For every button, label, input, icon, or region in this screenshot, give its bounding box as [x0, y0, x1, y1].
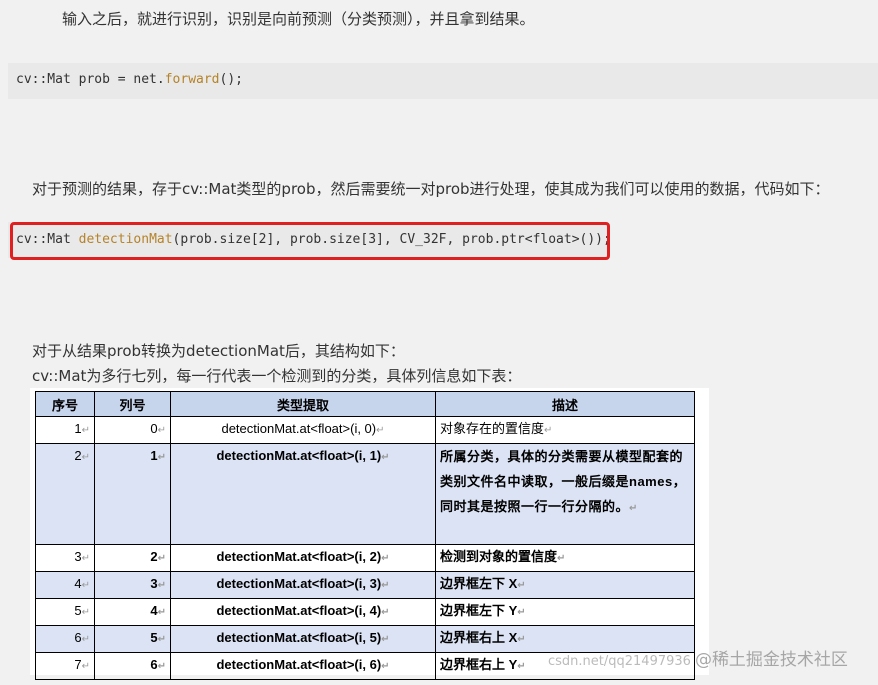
- table-cell: detectionMat.at<float>(i, 0)↵: [170, 416, 436, 444]
- table-cell: 2↵: [35, 443, 95, 545]
- watermark: csdn.net/qq21497936 @稀土掘金技术社区: [548, 645, 848, 670]
- header-cell: 描述: [435, 391, 695, 417]
- table-cell: detectionMat.at<float>(i, 5)↵: [170, 625, 436, 653]
- table-cell: detectionMat.at<float>(i, 2)↵: [170, 544, 436, 572]
- table-row: 5↵ 4↵ detectionMat.at<float>(i, 4)↵ 边界框左…: [35, 598, 695, 626]
- table-cell: detectionMat.at<float>(i, 4)↵: [170, 598, 436, 626]
- table-cell: 5↵: [35, 598, 95, 626]
- table-cell: 3↵: [94, 571, 171, 599]
- code-block-forward: cv::Mat prob = net.forward();: [8, 63, 878, 99]
- column-info-table-container: 序号 列号 类型提取 描述 1↵ 0↵ detectionMat.at<floa…: [30, 388, 709, 680]
- table-cell: 1↵: [94, 443, 171, 545]
- table-cell: 4↵: [94, 598, 171, 626]
- table-header-row: 序号 列号 类型提取 描述: [35, 391, 695, 417]
- intro-paragraph: 输入之后，就进行识别，识别是向前预测（分类预测），并且拿到结果。: [62, 10, 535, 28]
- table-cell: detectionMat.at<float>(i, 6)↵: [170, 652, 436, 680]
- watermark-url: csdn.net/qq21497936: [548, 654, 691, 669]
- table-cell: 6↵: [35, 625, 95, 653]
- header-cell: 列号: [94, 391, 171, 417]
- table-cell: 所属分类，具体的分类需要从模型配套的类别文件名中读取，一般后缀是names，同时…: [435, 443, 695, 545]
- code-text: ();: [219, 72, 243, 87]
- header-cell: 序号: [35, 391, 95, 417]
- table-row: 1↵ 0↵ detectionMat.at<float>(i, 0)↵ 对象存在…: [35, 416, 695, 444]
- table-cell: 2↵: [94, 544, 171, 572]
- table-cell: 0↵: [94, 416, 171, 444]
- watermark-text: @稀土掘金技术社区: [694, 650, 848, 670]
- table-cell: 边界框左下 Y↵: [435, 598, 695, 626]
- table-row: 4↵ 3↵ detectionMat.at<float>(i, 3)↵ 边界框左…: [35, 571, 695, 599]
- table-cell: 7↵: [35, 652, 95, 680]
- header-cell: 类型提取: [170, 391, 436, 417]
- table-cell: 3↵: [35, 544, 95, 572]
- columns-paragraph: cv::Mat为多行七列，每一行代表一个检测到的分类，具体列信息如下表：: [32, 367, 522, 385]
- table-row: 2↵ 1↵ detectionMat.at<float>(i, 1)↵ 所属分类…: [35, 443, 695, 545]
- table-cell: detectionMat.at<float>(i, 1)↵: [170, 443, 436, 545]
- table-cell: 6↵: [94, 652, 171, 680]
- table-cell: 检测到对象的置信度↵: [435, 544, 695, 572]
- table-cell: 5↵: [94, 625, 171, 653]
- table-cell: 边界框左下 X↵: [435, 571, 695, 599]
- table-row: 3↵ 2↵ detectionMat.at<float>(i, 2)↵ 检测到对…: [35, 544, 695, 572]
- table-cell: 1↵: [35, 416, 95, 444]
- structure-paragraph: 对于从结果prob转换为detectionMat后，其结构如下：: [32, 342, 405, 360]
- table-cell: detectionMat.at<float>(i, 3)↵: [170, 571, 436, 599]
- highlight-box: [10, 222, 610, 260]
- code-function-name: forward: [164, 72, 220, 87]
- table-cell: 对象存在的置信度↵: [435, 416, 695, 444]
- table-cell: 4↵: [35, 571, 95, 599]
- result-paragraph: 对于预测的结果，存于cv::Mat类型的prob，然后需要统一对prob进行处理…: [32, 180, 830, 198]
- code-text: cv::Mat prob = net.: [16, 72, 165, 87]
- column-info-table: 序号 列号 类型提取 描述 1↵ 0↵ detectionMat.at<floa…: [35, 391, 695, 680]
